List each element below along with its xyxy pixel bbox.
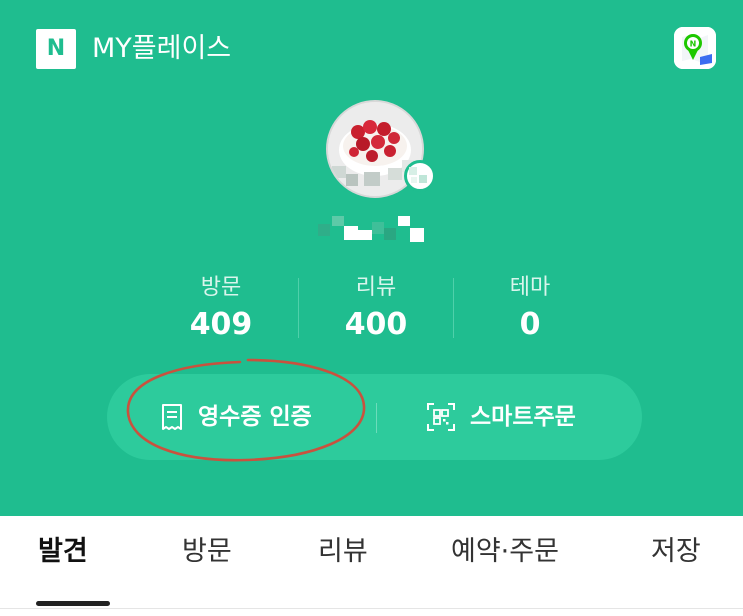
stat-reviews[interactable]: 리뷰 400	[301, 273, 451, 349]
tab-discover[interactable]: 발견	[38, 532, 88, 572]
tab-reviews[interactable]: 리뷰	[318, 532, 368, 572]
stat-themes-label: 테마	[509, 275, 551, 300]
action-divider	[376, 403, 377, 433]
tab-visits[interactable]: 방문	[182, 532, 232, 572]
tab-saved[interactable]: 저장	[651, 532, 701, 572]
naver-map-icon: N	[674, 27, 716, 69]
active-tab-indicator	[36, 601, 110, 606]
qr-code-icon	[427, 403, 455, 431]
tab-reservation-order[interactable]: 예약·주문	[451, 532, 559, 572]
stat-themes-value: 0	[519, 307, 541, 342]
naver-logo[interactable]: N	[36, 29, 76, 69]
stat-themes[interactable]: 테마 0	[455, 273, 605, 349]
stat-visits[interactable]: 방문 409	[146, 273, 296, 349]
stat-reviews-label: 리뷰	[355, 275, 397, 300]
page-title: MY플레이스	[92, 33, 232, 64]
stat-visits-value: 409	[189, 307, 253, 342]
stat-visits-label: 방문	[200, 275, 242, 300]
stat-reviews-value: 400	[344, 307, 408, 342]
stat-divider	[298, 278, 299, 338]
naver-logo-letter: N	[46, 36, 66, 61]
profile-badge-icon	[404, 160, 436, 192]
svg-text:N: N	[690, 40, 697, 49]
stat-divider	[453, 278, 454, 338]
tab-bar	[0, 516, 743, 616]
nickname-obscured	[318, 212, 430, 246]
smart-order-button[interactable]: 스마트주문	[426, 374, 576, 460]
smart-order-label: 스마트주문	[470, 404, 576, 430]
receipt-verify-button[interactable]: 영수증 인증	[160, 374, 312, 460]
tab-bar-divider	[0, 608, 743, 609]
naver-map-button[interactable]: N	[674, 27, 716, 69]
receipt-icon	[162, 404, 182, 430]
receipt-verify-label: 영수증 인증	[198, 404, 312, 430]
